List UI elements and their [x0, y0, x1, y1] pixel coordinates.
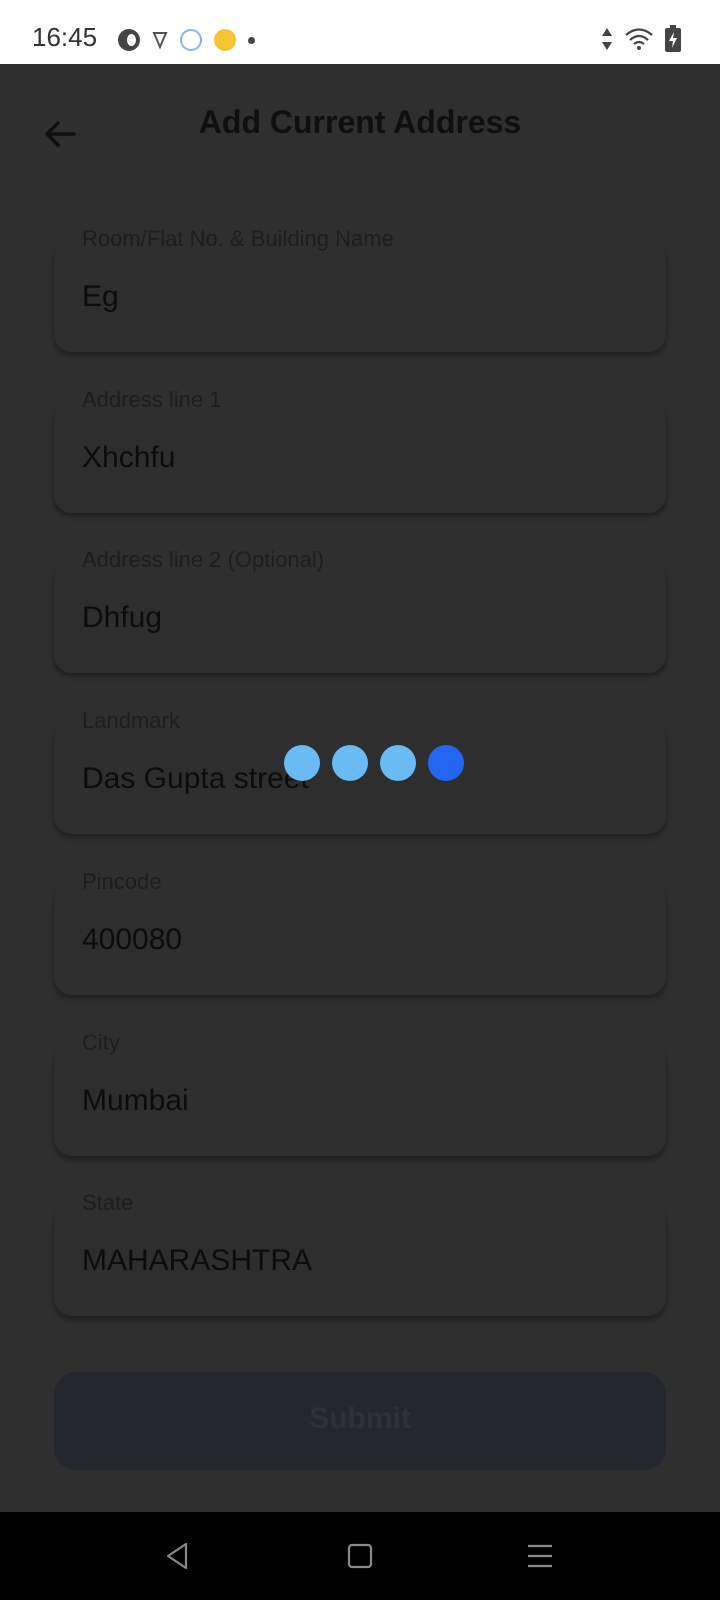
- field-label: City: [82, 1030, 126, 1056]
- field-value[interactable]: Mumbai: [82, 1084, 189, 1118]
- submit-button[interactable]: Submit: [54, 1372, 666, 1470]
- menu-lines-icon[interactable]: [524, 1540, 556, 1572]
- circle-c-icon: [118, 29, 140, 51]
- back-triangle-icon[interactable]: [162, 1540, 194, 1572]
- field-label: Room/Flat No. & Building Name: [82, 226, 400, 252]
- notification-icons: [118, 26, 255, 54]
- vpn-icon: [152, 32, 168, 49]
- submit-label: Submit: [309, 1402, 411, 1435]
- address-line-2-field[interactable]: Address line 2 (Optional) Dhfug: [54, 547, 666, 673]
- loader-dot: [332, 745, 368, 781]
- battery-charging-icon: [665, 25, 681, 52]
- pincode-field[interactable]: Pincode 400080: [54, 869, 666, 995]
- status-time: 16:45: [32, 22, 98, 52]
- loader-dot: [284, 745, 320, 781]
- field-label: State: [82, 1190, 140, 1216]
- city-field[interactable]: City Mumbai: [54, 1030, 666, 1156]
- loader-dot: [380, 745, 416, 781]
- dot-icon: [248, 36, 255, 44]
- field-value[interactable]: 400080: [82, 923, 182, 957]
- page-title: Add Current Address: [198, 104, 522, 140]
- field-value[interactable]: MAHARASHTRA: [82, 1244, 312, 1278]
- add-address-screen: Add Current Address Room/Flat No. & Buil…: [0, 64, 720, 1512]
- navigation-bar: [0, 1512, 720, 1600]
- loading-indicator: [284, 745, 464, 781]
- field-value[interactable]: Eg: [82, 280, 119, 314]
- data-arrows-icon: [602, 28, 612, 50]
- address-line-1-field[interactable]: Address line 1 Xhchfu: [54, 387, 666, 513]
- field-value[interactable]: Das Gupta street: [82, 762, 309, 796]
- field-value[interactable]: Xhchfu: [82, 441, 175, 475]
- status-bar: 16:45: [0, 0, 720, 64]
- room-flat-field[interactable]: Room/Flat No. & Building Name Eg: [54, 226, 666, 352]
- field-value[interactable]: Dhfug: [82, 601, 162, 635]
- field-label: Address line 2 (Optional): [82, 547, 331, 573]
- wifi-icon: [625, 28, 653, 50]
- app-icon: [180, 29, 202, 51]
- home-square-icon[interactable]: [344, 1540, 376, 1572]
- field-label: Pincode: [82, 869, 168, 895]
- loader-dot-active: [428, 745, 464, 781]
- field-label: Landmark: [82, 708, 186, 734]
- emoji-icon: [214, 29, 236, 51]
- field-label: Address line 1: [82, 387, 228, 413]
- state-field[interactable]: State MAHARASHTRA: [54, 1190, 666, 1316]
- system-icons: [600, 24, 682, 54]
